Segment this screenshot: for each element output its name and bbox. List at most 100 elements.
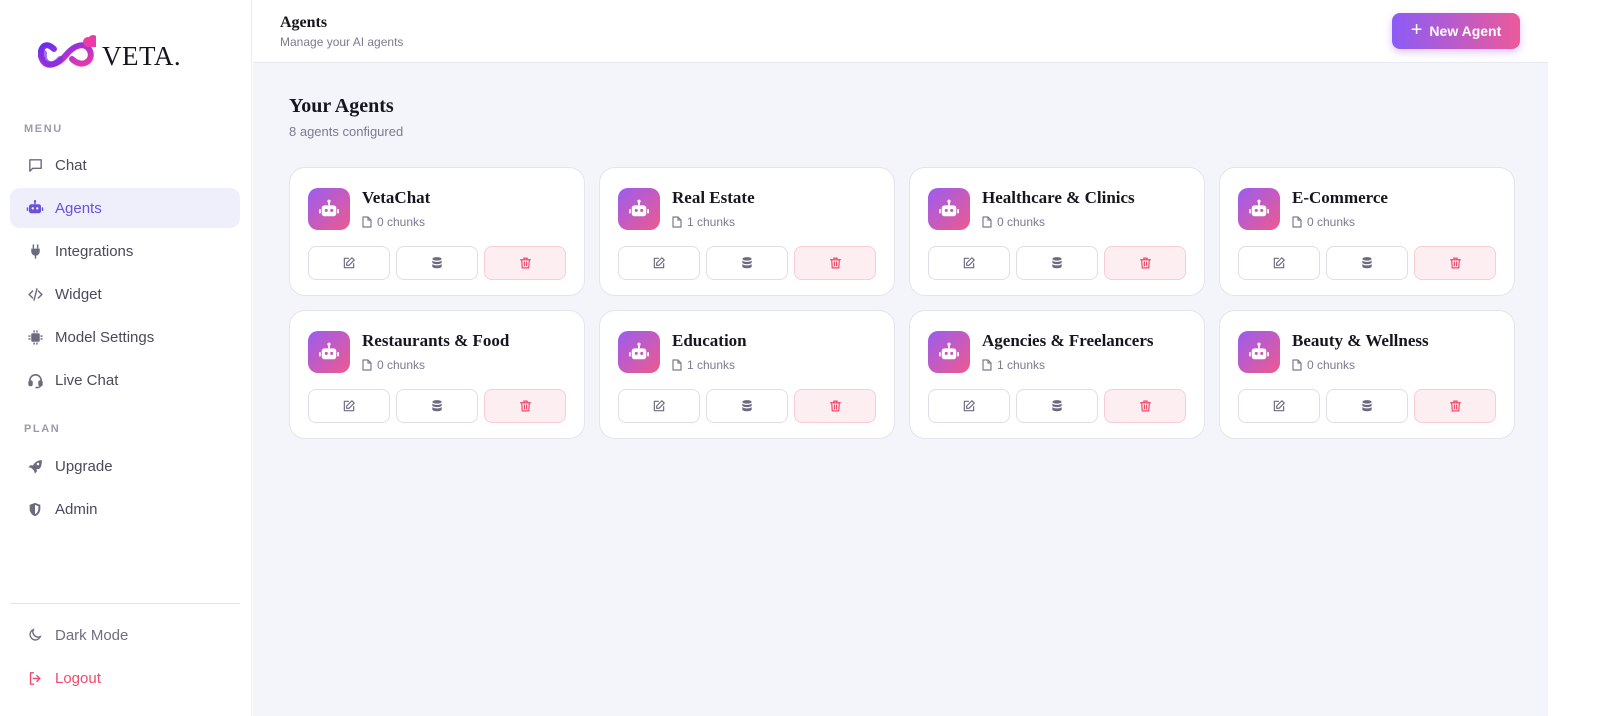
sidebar-item-integrations[interactable]: Integrations	[10, 231, 240, 271]
agent-card[interactable]: E-Commerce 0 chunks	[1219, 167, 1515, 296]
delete-agent-button[interactable]	[484, 246, 566, 280]
agent-avatar	[308, 331, 350, 373]
database-icon	[1052, 400, 1062, 412]
knowledge-base-button[interactable]	[1326, 389, 1408, 423]
chunk-count: 1 chunks	[687, 358, 736, 372]
database-icon	[742, 257, 752, 269]
edit-agent-button[interactable]	[1238, 389, 1320, 423]
chunk-count: 0 chunks	[1307, 215, 1356, 229]
sidebar-item-model-settings[interactable]: Model Settings	[10, 317, 240, 357]
knowledge-base-button[interactable]	[1016, 246, 1098, 280]
delete-agent-button[interactable]	[1104, 246, 1186, 280]
agent-grid: VetaChat 0 chunks Real Estate 1 chunks H…	[289, 167, 1515, 439]
knowledge-base-button[interactable]	[1326, 246, 1408, 280]
agent-card[interactable]: Agencies & Freelancers 1 chunks	[909, 310, 1205, 439]
new-agent-button[interactable]: + New Agent	[1392, 13, 1520, 49]
page-subtitle: Manage your AI agents	[280, 35, 404, 49]
chunk-count: 0 chunks	[997, 215, 1046, 229]
delete-agent-button[interactable]	[794, 246, 876, 280]
edit-agent-button[interactable]	[928, 246, 1010, 280]
knowledge-base-button[interactable]	[706, 389, 788, 423]
sidebar-item-live-chat[interactable]: Live Chat	[10, 360, 240, 400]
file-icon	[672, 359, 682, 371]
shield-icon	[25, 499, 45, 519]
agent-chunks: 1 chunks	[672, 358, 735, 372]
agent-actions	[928, 389, 1186, 423]
code-icon	[25, 284, 45, 304]
agent-avatar	[928, 188, 970, 230]
plug-icon	[25, 241, 45, 261]
agent-actions	[618, 246, 876, 280]
delete-agent-button[interactable]	[794, 389, 876, 423]
sidebar-item-agents[interactable]: Agents	[10, 188, 240, 228]
sidebar-item-upgrade[interactable]: Upgrade	[10, 446, 240, 486]
edit-agent-button[interactable]	[928, 389, 1010, 423]
knowledge-base-button[interactable]	[1016, 389, 1098, 423]
sidebar-item-widget[interactable]: Widget	[10, 274, 240, 314]
agent-count: 8 agents configured	[289, 124, 404, 139]
file-icon	[982, 359, 992, 371]
delete-agent-button[interactable]	[1414, 246, 1496, 280]
agent-actions	[928, 246, 1186, 280]
robot-icon	[25, 198, 45, 218]
file-icon	[362, 216, 372, 228]
sidebar-item-label: Model Settings	[55, 328, 155, 346]
agent-card[interactable]: VetaChat 0 chunks	[289, 167, 585, 296]
agent-name: VetaChat	[362, 188, 431, 207]
agent-chunks: 0 chunks	[362, 215, 425, 229]
menu-section-label: MENU	[24, 123, 63, 135]
edit-icon	[1273, 400, 1285, 412]
sidebar-item-chat[interactable]: Chat	[10, 145, 240, 185]
delete-agent-button[interactable]	[1414, 389, 1496, 423]
edit-agent-button[interactable]	[308, 389, 390, 423]
sidebar-item-admin[interactable]: Admin	[10, 489, 240, 529]
section-title: Your Agents	[289, 95, 394, 117]
agent-card[interactable]: Restaurants & Food 0 chunks	[289, 310, 585, 439]
trash-icon	[1139, 257, 1151, 269]
delete-agent-button[interactable]	[1104, 389, 1186, 423]
knowledge-base-button[interactable]	[706, 246, 788, 280]
agent-name: E-Commerce	[1292, 188, 1388, 207]
right-margin	[1548, 0, 1600, 716]
robot-icon	[319, 342, 339, 360]
database-icon	[432, 400, 442, 412]
sidebar-item-label: Chat	[55, 156, 87, 174]
sidebar: VETA. MENU Chat Agents Integrations Widg…	[0, 0, 252, 716]
agent-avatar	[308, 188, 350, 230]
agent-chunks: 0 chunks	[362, 358, 425, 372]
chunk-count: 0 chunks	[1307, 358, 1356, 372]
knowledge-base-button[interactable]	[396, 389, 478, 423]
dark-mode-toggle[interactable]: Dark Mode	[10, 615, 240, 655]
agent-card[interactable]: Real Estate 1 chunks	[599, 167, 895, 296]
edit-agent-button[interactable]	[308, 246, 390, 280]
brand-logo[interactable]: VETA.	[38, 30, 188, 78]
file-icon	[672, 216, 682, 228]
delete-agent-button[interactable]	[484, 389, 566, 423]
robot-icon	[939, 199, 959, 217]
edit-agent-button[interactable]	[618, 246, 700, 280]
agent-card[interactable]: Healthcare & Clinics 0 chunks	[909, 167, 1205, 296]
edit-agent-button[interactable]	[618, 389, 700, 423]
dark-mode-label: Dark Mode	[55, 626, 129, 644]
robot-icon	[1249, 199, 1269, 217]
agent-chunks: 1 chunks	[982, 358, 1045, 372]
database-icon	[1052, 257, 1062, 269]
sidebar-item-label: Admin	[55, 500, 98, 518]
agent-card[interactable]: Beauty & Wellness 0 chunks	[1219, 310, 1515, 439]
logout-icon	[25, 668, 45, 688]
app: VETA. MENU Chat Agents Integrations Widg…	[0, 0, 1600, 716]
agent-name: Healthcare & Clinics	[982, 188, 1135, 207]
knowledge-base-button[interactable]	[396, 246, 478, 280]
sidebar-item-label: Widget	[55, 285, 102, 303]
page-header: Agents Manage your AI agents + New Agent	[253, 0, 1548, 63]
plan-section-label: PLAN	[24, 423, 61, 435]
trash-icon	[1449, 400, 1461, 412]
agent-chunks: 0 chunks	[1292, 358, 1355, 372]
agent-avatar	[618, 331, 660, 373]
robot-icon	[319, 199, 339, 217]
trash-icon	[519, 257, 531, 269]
file-icon	[1292, 359, 1302, 371]
logout-button[interactable]: Logout	[10, 658, 240, 698]
agent-card[interactable]: Education 1 chunks	[599, 310, 895, 439]
edit-agent-button[interactable]	[1238, 246, 1320, 280]
